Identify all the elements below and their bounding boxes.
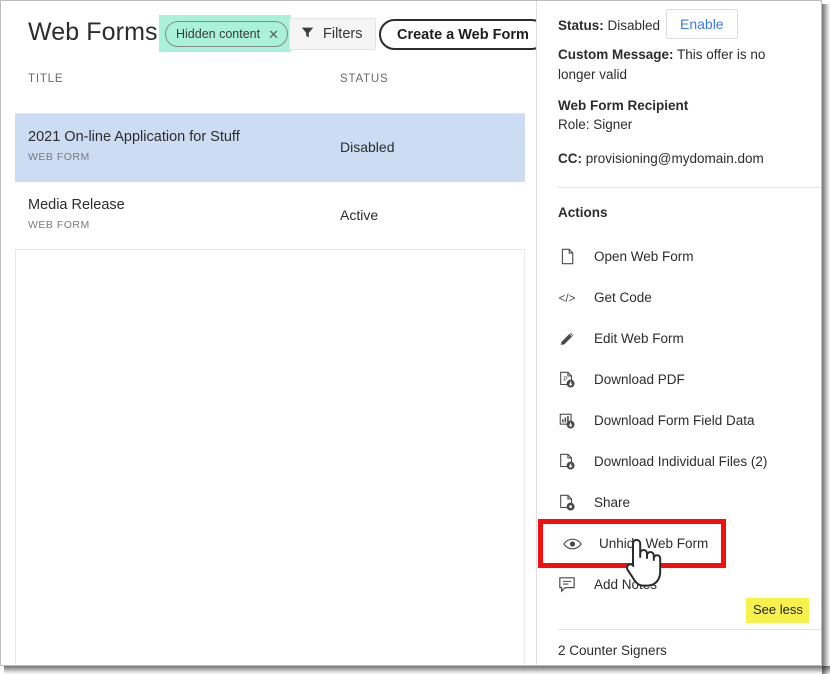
action-unhide-web-form[interactable]: Unhide Web Form: [538, 519, 726, 568]
row-type: WEB FORM: [28, 219, 90, 231]
action-edit-web-form[interactable]: Edit Web Form: [537, 318, 821, 359]
action-download-individual-files[interactable]: Download Individual Files (2): [537, 441, 821, 482]
action-label: Share: [594, 495, 631, 510]
code-icon: </>: [557, 288, 577, 308]
create-web-form-button[interactable]: Create a Web Form: [379, 19, 547, 50]
window-shadow-right: [822, 4, 830, 674]
action-share[interactable]: Share: [537, 482, 821, 523]
document-icon: [557, 247, 577, 267]
action-label: Edit Web Form: [594, 331, 684, 346]
action-open-web-form[interactable]: Open Web Form: [537, 236, 821, 277]
web-forms-list-pane: Web Forms Hidden content ✕ Filters Creat…: [1, 1, 547, 665]
table-row[interactable]: 2021 On-line Application for Stuff WEB F…: [15, 114, 525, 182]
row-type: WEB FORM: [28, 151, 90, 163]
app-window: Web Forms Hidden content ✕ Filters Creat…: [0, 0, 822, 666]
create-web-form-label: Create a Web Form: [397, 26, 529, 43]
file-download-icon: [557, 452, 577, 472]
action-label: Get Code: [594, 290, 652, 305]
chart-download-icon: [557, 411, 577, 431]
column-header-title: TITLE: [28, 73, 64, 85]
page-title: Web Forms: [28, 18, 158, 46]
svg-text:</>: </>: [559, 292, 576, 305]
row-status: Disabled: [340, 139, 395, 155]
bottom-divider: [558, 629, 821, 630]
funnel-icon: [301, 26, 314, 43]
filters-button-label: Filters: [323, 26, 363, 42]
filters-button[interactable]: Filters: [289, 18, 377, 50]
action-download-form-field-data[interactable]: Download Form Field Data: [537, 400, 821, 441]
web-form-detail-pane: Status: Disabled Enable Custom Message: …: [537, 1, 821, 665]
filter-chip-label: Hidden content: [176, 27, 261, 41]
status-label: Status:: [558, 18, 604, 33]
cc-value: provisioning@mydomain.dom: [585, 151, 764, 166]
action-label: Unhide Web Form: [599, 536, 709, 551]
recipient-role: Role: Signer: [558, 117, 633, 132]
action-label: Download Form Field Data: [594, 413, 755, 428]
custom-message-row: Custom Message: This offer is no longer …: [558, 45, 806, 84]
comment-icon: [557, 575, 577, 595]
column-header-status: STATUS: [340, 73, 389, 85]
cc-label: CC:: [558, 151, 582, 166]
custom-message-label: Custom Message:: [558, 47, 674, 62]
detail-divider: [558, 187, 821, 188]
actions-list: Open Web Form </> Get Code Edit Web Form: [537, 236, 821, 605]
action-label: Download PDF: [594, 372, 685, 387]
recipient-heading: Web Form Recipient: [558, 98, 689, 113]
list-empty-area: [15, 249, 525, 665]
pencil-icon: [557, 329, 577, 349]
row-title: 2021 On-line Application for Stuff: [28, 129, 240, 145]
row-title: Media Release: [28, 197, 125, 213]
filter-chip-hidden-content[interactable]: Hidden content ✕: [165, 21, 288, 47]
actions-heading: Actions: [558, 205, 608, 220]
action-get-code[interactable]: </> Get Code: [537, 277, 821, 318]
counter-signers-section[interactable]: 2 Counter Signers: [558, 643, 667, 658]
svg-text:P: P: [563, 375, 567, 382]
action-label: Download Individual Files (2): [594, 454, 768, 469]
see-less-highlight: See less: [746, 598, 809, 623]
eye-icon: [562, 534, 582, 554]
row-status: Active: [340, 207, 379, 223]
action-label: Add Notes: [594, 577, 658, 592]
close-icon[interactable]: ✕: [268, 28, 279, 41]
status-row: Status: Disabled: [558, 16, 660, 35]
enable-button[interactable]: Enable: [666, 9, 738, 39]
pdf-download-icon: P: [557, 370, 577, 390]
list-column-headers: TITLE STATUS: [1, 73, 536, 109]
toolbar: Web Forms Hidden content ✕ Filters Creat…: [1, 1, 547, 67]
web-forms-table: 2021 On-line Application for Stuff WEB F…: [15, 113, 525, 250]
action-download-pdf[interactable]: P Download PDF: [537, 359, 821, 400]
screenshot-root: Web Forms Hidden content ✕ Filters Creat…: [0, 0, 830, 674]
see-less-link[interactable]: See less: [753, 602, 803, 617]
table-row[interactable]: Media Release WEB FORM Active: [15, 182, 525, 250]
file-share-icon: [557, 493, 577, 513]
action-label: Open Web Form: [594, 249, 694, 264]
cc-row: CC: provisioning@mydomain.dom: [558, 151, 764, 166]
status-value: Disabled: [607, 18, 661, 33]
window-shadow-bottom: [4, 666, 830, 674]
enable-button-label: Enable: [680, 16, 724, 32]
